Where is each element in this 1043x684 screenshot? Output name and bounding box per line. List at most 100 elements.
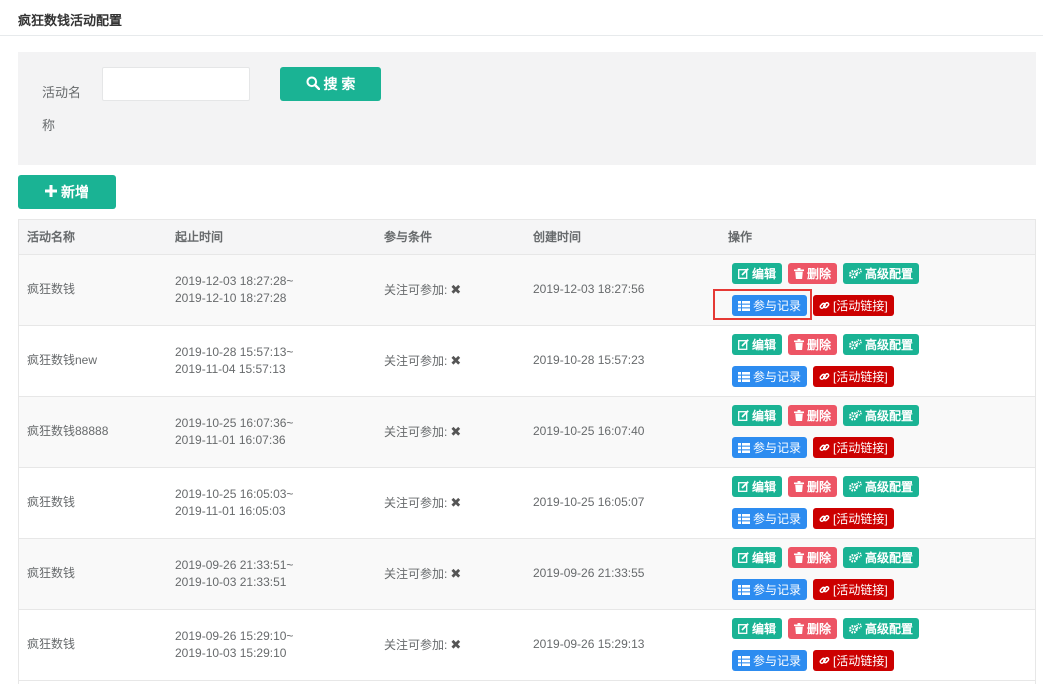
table-icon bbox=[738, 371, 750, 382]
condition-text: 关注可参加: bbox=[384, 282, 448, 297]
advanced-config-button[interactable]: 高级配置 bbox=[843, 263, 920, 284]
cross-icon: ✖ bbox=[450, 636, 462, 652]
delete-button[interactable]: 删除 bbox=[788, 547, 838, 568]
actions-cell: 编辑 删除 高级配置 参与记录 [活动链接] bbox=[720, 538, 1035, 609]
edit-button[interactable]: 编辑 bbox=[732, 547, 783, 568]
edit-icon bbox=[738, 481, 749, 492]
period-cell: 2019-09-26 15:29:10~ 2019-10-03 15:29:10 bbox=[167, 609, 376, 680]
participation-records-button[interactable]: 参与记录 bbox=[732, 579, 808, 600]
table-icon bbox=[738, 442, 750, 453]
cross-icon: ✖ bbox=[450, 281, 462, 297]
activity-link-label: [活动链接] bbox=[833, 512, 888, 526]
start-time: 2019-10-28 15:57:13~ bbox=[175, 344, 294, 359]
advanced-config-button[interactable]: 高级配置 bbox=[843, 334, 920, 355]
edit-icon bbox=[738, 268, 749, 279]
participation-records-button[interactable]: 参与记录 bbox=[732, 295, 808, 316]
participation-records-label: 参与记录 bbox=[753, 441, 802, 455]
advanced-config-button[interactable]: 高级配置 bbox=[843, 618, 920, 639]
edit-button[interactable]: 编辑 bbox=[732, 618, 783, 639]
condition-text: 关注可参加: bbox=[384, 424, 448, 439]
advanced-config-label: 高级配置 bbox=[865, 480, 914, 494]
activity-link-button[interactable]: [活动链接] bbox=[813, 579, 894, 600]
advanced-config-label: 高级配置 bbox=[865, 622, 914, 636]
actions-cell: 编辑 删除 高级配置 参与记录 [活动链接] bbox=[720, 254, 1035, 325]
advanced-config-button[interactable]: 高级配置 bbox=[843, 547, 920, 568]
delete-button[interactable]: 删除 bbox=[788, 618, 838, 639]
gears-icon bbox=[849, 410, 862, 421]
edit-button[interactable]: 编辑 bbox=[732, 263, 783, 284]
trash-icon bbox=[794, 552, 805, 563]
activity-link-label: [活动链接] bbox=[833, 299, 888, 313]
participation-records-button[interactable]: 参与记录 bbox=[732, 366, 808, 387]
condition-text: 关注可参加: bbox=[384, 637, 448, 652]
search-button-label: 搜 索 bbox=[323, 76, 356, 92]
advanced-config-button[interactable]: 高级配置 bbox=[843, 476, 920, 497]
gears-icon bbox=[849, 268, 862, 279]
edit-label: 编辑 bbox=[752, 267, 777, 281]
edit-label: 编辑 bbox=[752, 338, 777, 352]
link-icon bbox=[819, 371, 830, 382]
gears-icon bbox=[849, 481, 862, 492]
table-row: 疯狂数钱new 2019-10-28 15:57:13~ 2019-11-04 … bbox=[19, 325, 1035, 396]
activity-name-cell: 疯狂数钱new bbox=[27, 353, 98, 367]
activity-link-button[interactable]: [活动链接] bbox=[813, 437, 894, 458]
add-button[interactable]: 新增 bbox=[18, 175, 116, 209]
link-icon bbox=[819, 442, 830, 453]
participation-records-button[interactable]: 参与记录 bbox=[732, 437, 808, 458]
edit-button[interactable]: 编辑 bbox=[732, 405, 783, 426]
condition-cell: 关注可参加: ✖ bbox=[376, 396, 525, 467]
edit-label: 编辑 bbox=[752, 480, 777, 494]
activity-link-button[interactable]: [活动链接] bbox=[813, 366, 894, 387]
end-time: 2019-12-10 18:27:28 bbox=[175, 290, 287, 305]
delete-button[interactable]: 删除 bbox=[788, 263, 838, 284]
actions-cell: 编辑 删除 高级配置 参与记录 [活动链接] bbox=[720, 396, 1035, 467]
edit-button[interactable]: 编辑 bbox=[732, 334, 783, 355]
created-time-cell: 2019-12-03 18:27:56 bbox=[533, 282, 645, 296]
activity-name-input[interactable] bbox=[102, 67, 250, 101]
activity-link-label: [活动链接] bbox=[833, 370, 888, 384]
advanced-config-label: 高级配置 bbox=[865, 551, 914, 565]
participation-records-label: 参与记录 bbox=[753, 654, 802, 668]
edit-icon bbox=[738, 339, 749, 350]
activity-link-button[interactable]: [活动链接] bbox=[813, 650, 894, 671]
cross-icon: ✖ bbox=[450, 352, 462, 368]
edit-button[interactable]: 编辑 bbox=[732, 476, 783, 497]
activity-link-button[interactable]: [活动链接] bbox=[813, 295, 894, 316]
delete-button[interactable]: 删除 bbox=[788, 476, 838, 497]
delete-label: 删除 bbox=[807, 267, 832, 281]
gears-icon bbox=[849, 339, 862, 350]
actions-cell: 编辑 删除 高级配置 参与记录 [活动链接] bbox=[720, 325, 1035, 396]
table-icon bbox=[738, 584, 750, 595]
period-cell: 2019-10-28 15:57:13~ 2019-11-04 15:57:13 bbox=[167, 325, 376, 396]
condition-text: 关注可参加: bbox=[384, 566, 448, 581]
actions-cell: 编辑 删除 高级配置 参与记录 [活动链接] bbox=[720, 609, 1035, 680]
activity-name-label: 活动名称 bbox=[42, 85, 82, 133]
condition-cell: 关注可参加: ✖ bbox=[376, 609, 525, 680]
search-button[interactable]: 搜 索 bbox=[280, 67, 381, 101]
advanced-config-button[interactable]: 高级配置 bbox=[843, 405, 920, 426]
search-icon bbox=[306, 76, 320, 93]
delete-button[interactable]: 删除 bbox=[788, 405, 838, 426]
page-header: 疯狂数钱活动配置 bbox=[0, 0, 1043, 36]
activity-link-button[interactable]: [活动链接] bbox=[813, 508, 894, 529]
created-time-cell: 2019-10-28 15:57:23 bbox=[533, 353, 645, 367]
link-icon bbox=[819, 584, 830, 595]
advanced-config-label: 高级配置 bbox=[865, 267, 914, 281]
condition-cell: 关注可参加: ✖ bbox=[376, 325, 525, 396]
table-row: 疯狂数钱88888 2019-10-25 16:07:36~ 2019-11-0… bbox=[19, 396, 1035, 467]
trash-icon bbox=[794, 339, 805, 350]
delete-label: 删除 bbox=[807, 338, 832, 352]
activity-link-label: [活动链接] bbox=[833, 441, 888, 455]
edit-icon bbox=[738, 552, 749, 563]
delete-label: 删除 bbox=[807, 409, 832, 423]
participation-records-label: 参与记录 bbox=[753, 299, 802, 313]
participation-records-button[interactable]: 参与记录 bbox=[732, 650, 808, 671]
edit-icon bbox=[738, 623, 749, 634]
cross-icon: ✖ bbox=[450, 494, 462, 510]
delete-label: 删除 bbox=[807, 480, 832, 494]
condition-text: 关注可参加: bbox=[384, 495, 448, 510]
column-header-created: 创建时间 bbox=[525, 220, 720, 255]
participation-records-button[interactable]: 参与记录 bbox=[732, 508, 808, 529]
delete-button[interactable]: 删除 bbox=[788, 334, 838, 355]
edit-label: 编辑 bbox=[752, 551, 777, 565]
